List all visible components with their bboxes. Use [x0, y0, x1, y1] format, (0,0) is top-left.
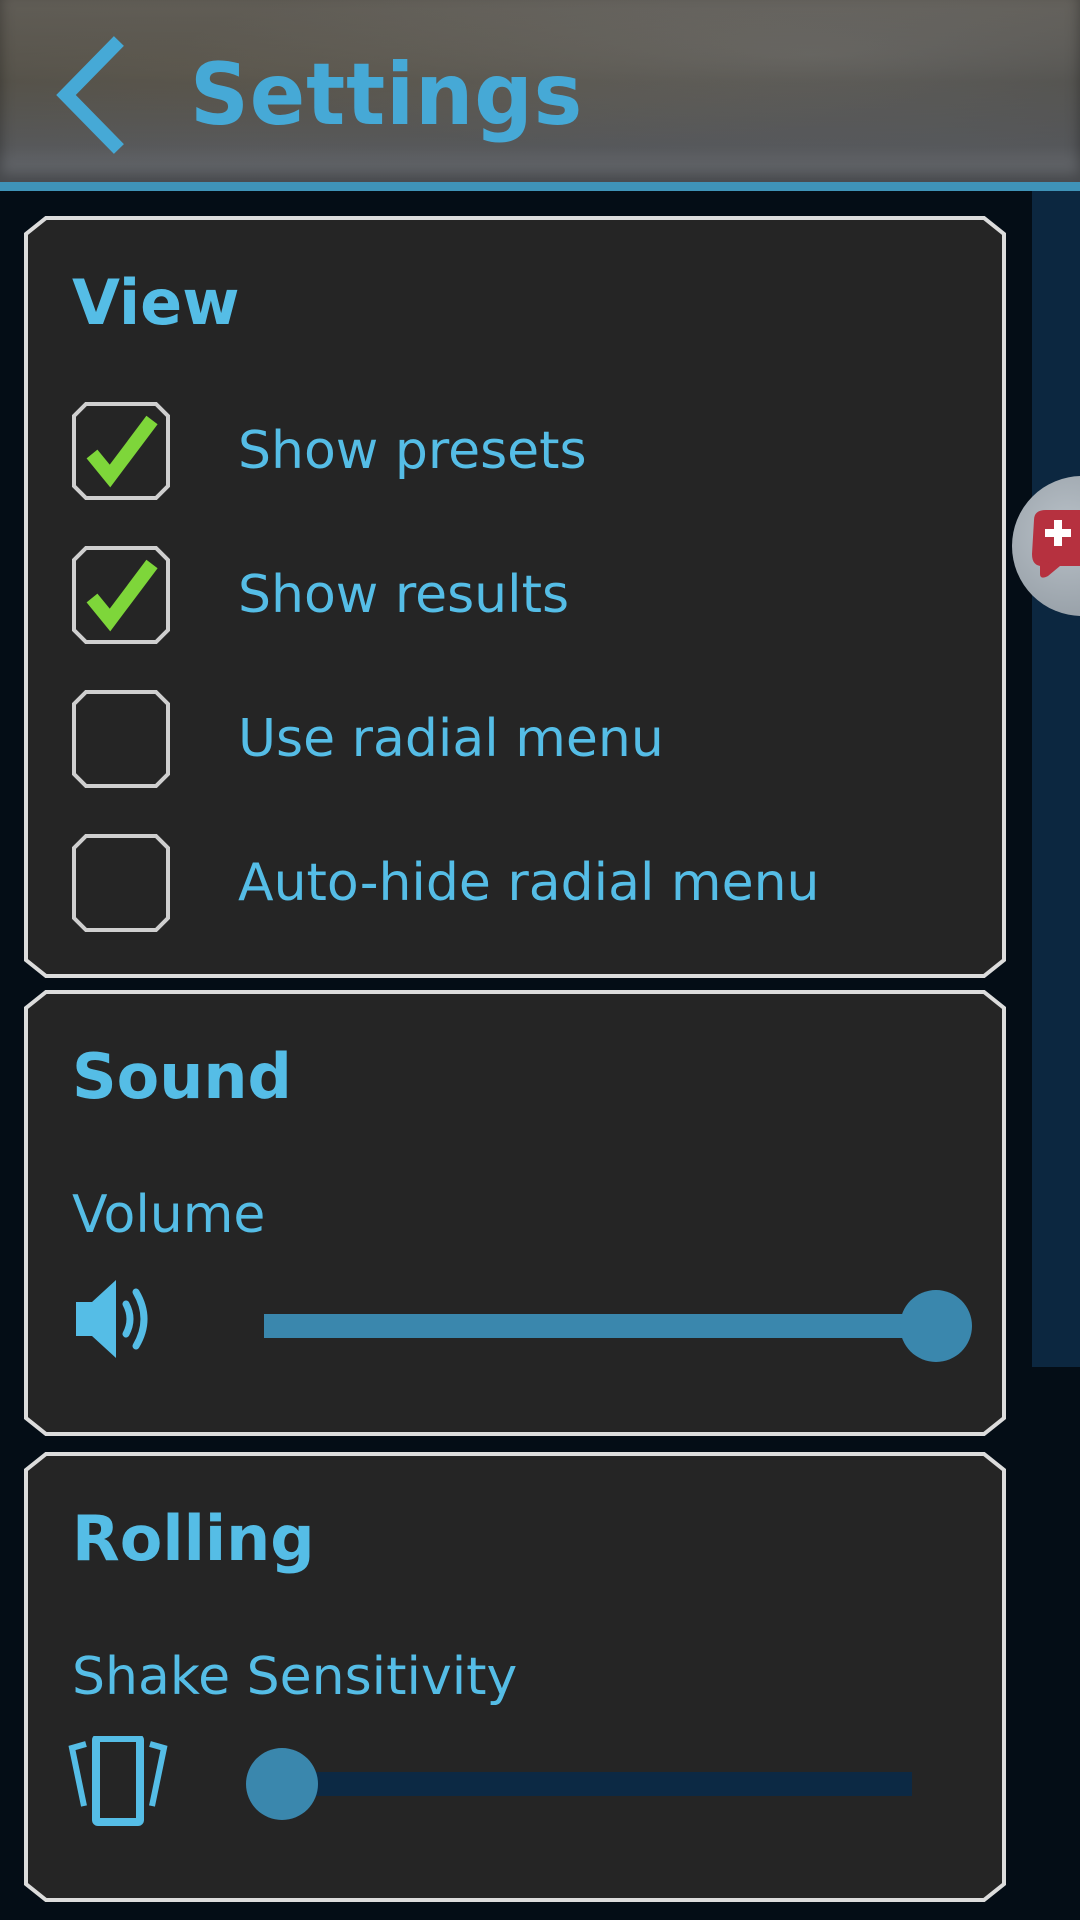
side-panel-edge	[1032, 191, 1080, 1367]
back-button[interactable]	[52, 36, 142, 154]
rolling-section-title: Rolling	[72, 1502, 315, 1575]
option-show-presets[interactable]: Show presets	[72, 402, 972, 500]
shake-sensitivity-slider[interactable]	[246, 1742, 912, 1822]
volume-fill	[264, 1314, 936, 1338]
sound-card: Sound Volume	[24, 990, 1006, 1436]
floating-action-button[interactable]	[1012, 476, 1080, 616]
chevron-left-icon	[56, 36, 124, 154]
page-title: Settings	[190, 45, 584, 145]
checkbox-show-results[interactable]	[72, 546, 170, 644]
shake-sensitivity-label: Shake Sensitivity	[72, 1647, 518, 1707]
volume-thumb[interactable]	[900, 1290, 972, 1362]
option-label: Auto-hide radial menu	[238, 853, 820, 913]
option-use-radial-menu[interactable]: Use radial menu	[72, 690, 972, 788]
option-show-results[interactable]: Show results	[72, 546, 972, 644]
option-label: Show results	[238, 565, 570, 625]
sound-section-title: Sound	[72, 1040, 292, 1113]
rolling-card: Rolling Shake Sensitivity	[24, 1452, 1006, 1902]
shake-thumb[interactable]	[246, 1748, 318, 1820]
checkbox-use-radial-menu[interactable]	[72, 690, 170, 788]
view-card: View Show presets Show results Use radia…	[24, 216, 1006, 978]
speaker-icon	[76, 1280, 148, 1358]
option-label: Use radial menu	[238, 709, 664, 769]
view-section-title: View	[72, 266, 240, 339]
header-divider	[0, 182, 1080, 191]
option-label: Show presets	[238, 421, 587, 481]
settings-screen: Settings View Show presets Show results …	[0, 0, 1080, 1920]
vibrate-phone-icon	[68, 1736, 168, 1826]
app-header: Settings	[0, 0, 1080, 182]
volume-label: Volume	[72, 1185, 266, 1245]
option-auto-hide-radial-menu[interactable]: Auto-hide radial menu	[72, 834, 972, 932]
shake-track	[282, 1772, 912, 1796]
checkbox-auto-hide-radial-menu[interactable]	[72, 834, 170, 932]
checkbox-show-presets[interactable]	[72, 402, 170, 500]
volume-slider[interactable]	[264, 1284, 972, 1364]
gamepad-add-icon	[1032, 510, 1080, 578]
